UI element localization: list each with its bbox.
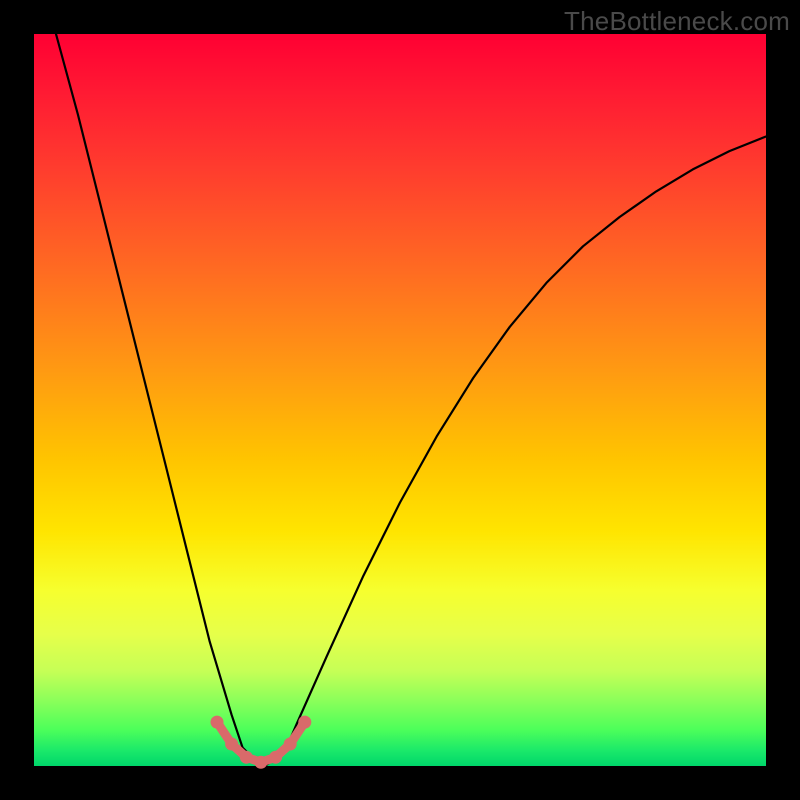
marker-dot [225, 738, 238, 751]
marker-dot [211, 716, 224, 729]
curve-layer [34, 34, 766, 766]
marker-dot [254, 756, 267, 769]
bottleneck-curve [34, 0, 766, 766]
marker-dot [240, 751, 253, 764]
plot-area [34, 34, 766, 766]
marker-dot [298, 716, 311, 729]
chart-frame: TheBottleneck.com [0, 0, 800, 800]
marker-dot [269, 751, 282, 764]
marker-dot [284, 738, 297, 751]
watermark-text: TheBottleneck.com [564, 6, 790, 37]
